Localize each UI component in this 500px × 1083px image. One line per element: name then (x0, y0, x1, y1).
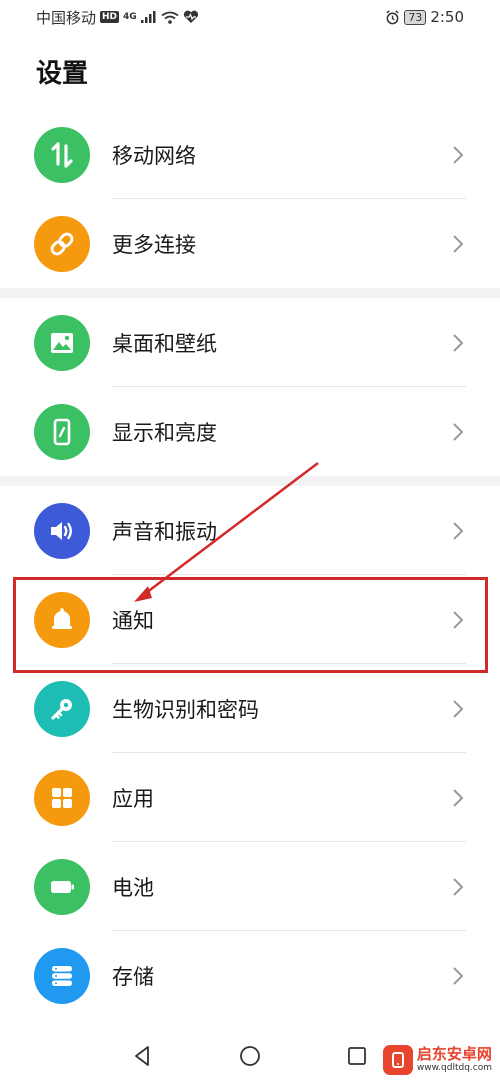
battery-level: 73 (404, 9, 427, 25)
watermark-text: 启东安卓网 www.qdltdq.com (417, 1047, 492, 1073)
hd-badge: HD (100, 11, 120, 23)
settings-item-sound-vibration[interactable]: 声音和振动 (0, 486, 500, 575)
settings-item-biometrics-password[interactable]: 生物识别和密码 (0, 664, 500, 753)
carrier-name: 中国移动 (36, 8, 97, 27)
settings-item-label: 应用 (112, 786, 154, 811)
page-title: 设置 (36, 59, 89, 89)
storage-icon (52, 965, 72, 986)
battery-icon (51, 880, 74, 893)
status-bar: 中国移动 HD 4G 73 2:50 (0, 0, 500, 34)
settings-item-battery[interactable]: 电池 (0, 842, 500, 931)
chevron-right-icon (453, 788, 464, 807)
settings-item-label: 存储 (112, 964, 154, 989)
settings-item-label: 显示和亮度 (112, 420, 217, 445)
settings-item-label: 更多连接 (112, 232, 196, 257)
settings-group-display: 桌面和壁纸 显示和亮度 (0, 298, 500, 476)
notifications-icon-badge (34, 591, 90, 648)
chevron-right-icon (453, 877, 464, 896)
image-icon (51, 332, 73, 353)
settings-item-label: 通知 (112, 608, 154, 633)
watermark-url: www.qdltdq.com (416, 1063, 492, 1073)
display-brightness-icon-badge (34, 403, 90, 460)
sound-vibration-icon-badge (34, 502, 90, 559)
home-wallpaper-icon-badge (34, 314, 90, 371)
link-icon (50, 232, 74, 255)
settings-list: 移动网络 更多连接 桌面和壁纸 显示和亮度 声音和振动 通知 生物识别和密码 应… (0, 110, 500, 1020)
network-type: 4G (123, 12, 137, 22)
settings-group-connectivity: 移动网络 更多连接 (0, 110, 500, 288)
chevron-right-icon (453, 610, 464, 629)
settings-item-display-brightness[interactable]: 显示和亮度 (0, 387, 500, 476)
settings-group-system: 声音和振动 通知 生物识别和密码 应用 电池 存储 (0, 486, 500, 1020)
settings-item-storage[interactable]: 存储 (0, 931, 500, 1020)
settings-item-label: 桌面和壁纸 (112, 331, 217, 356)
apps-icon-badge (34, 769, 90, 826)
clock: 2:50 (430, 8, 464, 26)
chevron-right-icon (453, 333, 464, 352)
chevron-right-icon (453, 145, 464, 164)
mobile-data-icon (51, 141, 73, 168)
settings-item-label: 声音和振动 (112, 519, 217, 544)
bell-icon (52, 607, 72, 629)
health-heart-icon (183, 10, 198, 23)
back-icon[interactable] (131, 1044, 155, 1068)
chevron-right-icon (453, 521, 464, 540)
biometrics-password-icon-badge (34, 680, 90, 737)
recents-icon[interactable] (345, 1044, 369, 1068)
mobile-network-icon-badge (34, 126, 90, 183)
key-icon (51, 698, 72, 720)
settings-item-notifications[interactable]: 通知 (0, 575, 500, 664)
chevron-right-icon (453, 422, 464, 441)
status-left: 中国移动 HD 4G (36, 7, 199, 28)
group-separator (0, 288, 500, 298)
wifi-icon (161, 11, 179, 24)
chevron-right-icon (453, 966, 464, 985)
speaker-icon (51, 521, 72, 540)
settings-item-more-connections[interactable]: 更多连接 (0, 199, 500, 288)
more-connections-icon-badge (34, 215, 90, 272)
settings-item-home-wallpaper[interactable]: 桌面和壁纸 (0, 298, 500, 387)
watermark-name: 启东安卓网 (416, 1045, 492, 1063)
settings-item-apps[interactable]: 应用 (0, 753, 500, 842)
settings-item-label: 电池 (112, 875, 154, 900)
grid-icon (52, 787, 72, 808)
chevron-right-icon (453, 234, 464, 253)
battery-icon-badge (34, 858, 90, 915)
watermark-logo-icon (382, 1045, 413, 1075)
settings-item-mobile-network[interactable]: 移动网络 (0, 110, 500, 199)
settings-item-label: 生物识别和密码 (112, 697, 259, 722)
chevron-right-icon (453, 699, 464, 718)
signal-icon (140, 11, 156, 23)
alarm-icon (386, 9, 399, 24)
group-separator (0, 476, 500, 486)
phone-display-icon (53, 418, 71, 445)
storage-icon-badge (34, 947, 90, 1004)
home-icon[interactable] (238, 1044, 262, 1068)
site-watermark: 启东安卓网 www.qdltdq.com (378, 1043, 496, 1077)
status-right: 73 2:50 (385, 8, 464, 26)
settings-item-label: 移动网络 (112, 143, 196, 168)
